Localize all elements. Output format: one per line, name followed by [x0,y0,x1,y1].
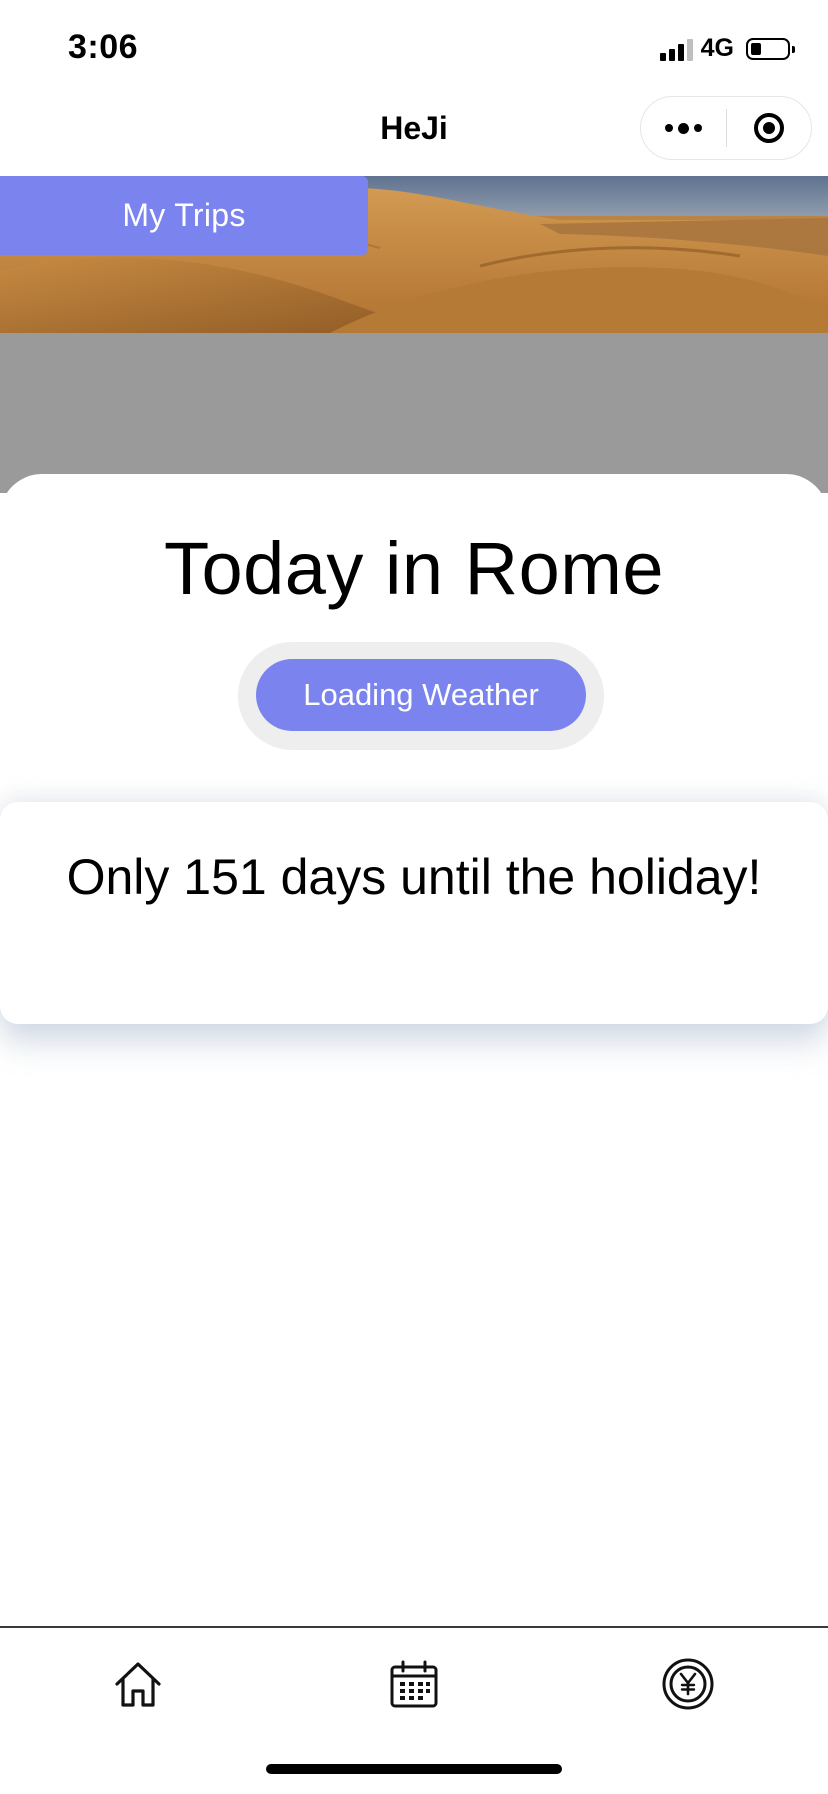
grey-background [0,333,828,493]
more-dots-icon [664,122,702,134]
countdown-card: Only 151 days until the holiday! [0,802,828,1024]
today-card: Today in Rome Loading Weather [0,474,828,814]
battery-level [751,42,761,55]
tab-home[interactable] [106,1652,170,1716]
home-indicator[interactable] [266,1764,562,1774]
status-indicators: 4G [659,34,795,63]
loading-weather-button[interactable]: Loading Weather [256,659,586,731]
status-time: 3:06 [68,28,139,66]
battery-icon [746,37,795,60]
close-button[interactable] [727,97,812,159]
calendar-icon [390,1660,438,1708]
my-trips-button[interactable]: My Trips [0,176,368,255]
target-icon [753,113,784,143]
tab-money[interactable] [656,1652,720,1716]
weather-button-container: Loading Weather [238,642,604,750]
more-button[interactable] [641,97,726,159]
today-title: Today in Rome [163,527,665,610]
home-icon [115,1662,161,1707]
status-bar: 3:06 4G [0,0,828,96]
signal-icon [659,37,693,61]
tab-calendar[interactable] [382,1652,446,1716]
yen-coin-icon [662,1658,714,1710]
mini-program-capsule [640,96,812,160]
countdown-text: Only 151 days until the holiday! [66,849,762,905]
network-type: 4G [700,34,734,62]
nav-bar: HeJi [0,96,828,176]
